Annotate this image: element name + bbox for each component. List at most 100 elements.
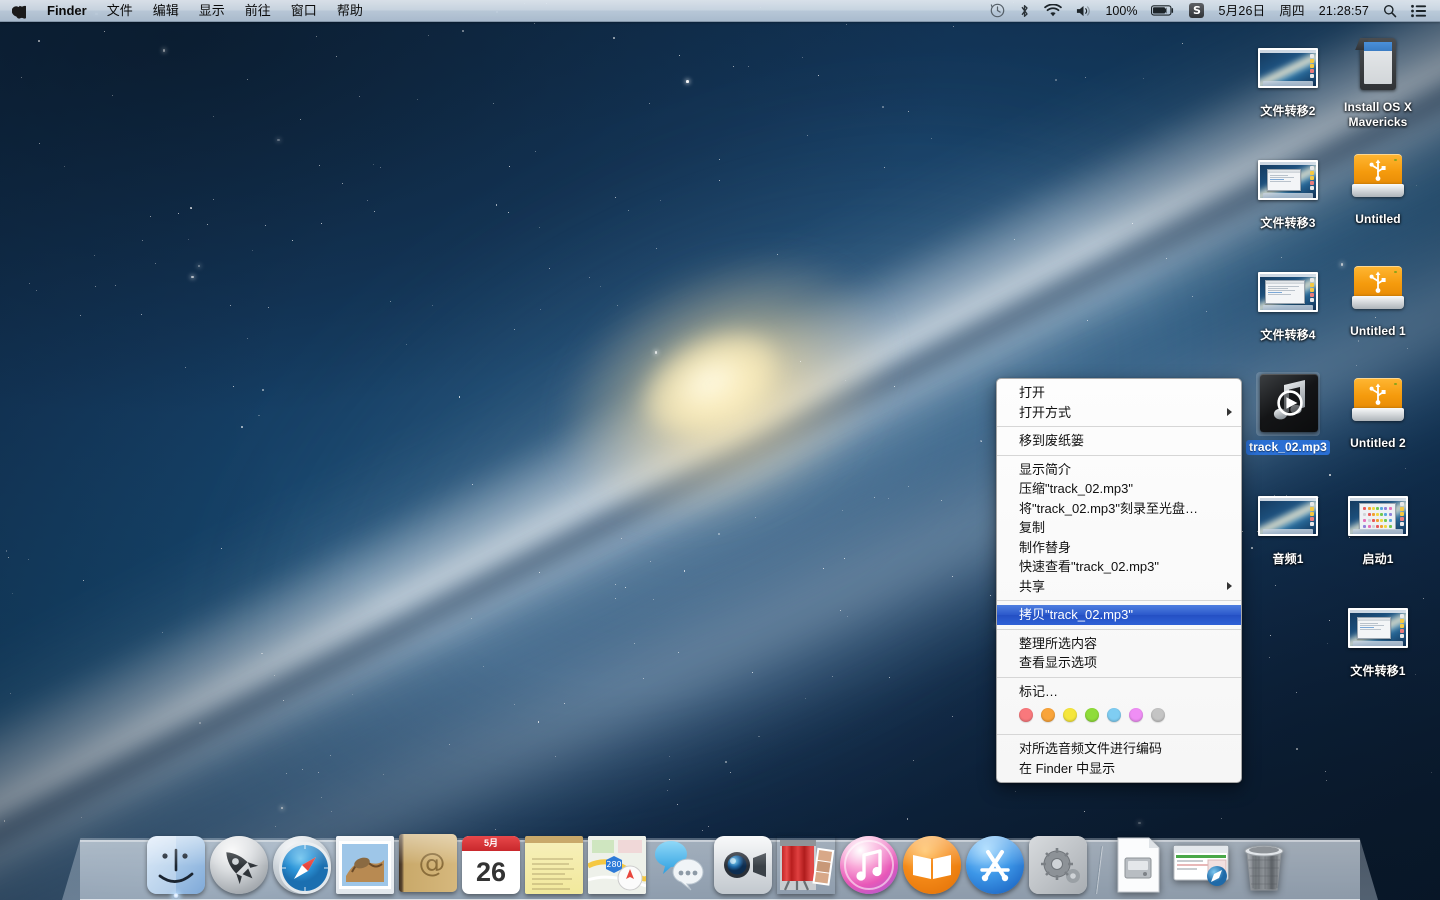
dock: @ 5月 26 280 bbox=[62, 816, 1378, 900]
context-menu-item[interactable]: 将"track_02.mp3"刻录至光盘… bbox=[997, 499, 1241, 519]
dock-item-notes[interactable] bbox=[524, 836, 584, 896]
menu-file[interactable]: 文件 bbox=[97, 0, 143, 21]
menu-bar-time[interactable]: 21:28:57 bbox=[1312, 0, 1376, 21]
usb-drive-glyph bbox=[1352, 266, 1404, 310]
context-menu-item-label: 打开方式 bbox=[1019, 404, 1072, 420]
wifi-icon[interactable] bbox=[1037, 0, 1069, 21]
menu-go[interactable]: 前往 bbox=[235, 0, 281, 21]
tag-color-dot[interactable] bbox=[1151, 708, 1165, 722]
dock-item-launchpad[interactable] bbox=[209, 836, 269, 896]
dock-item-systempreferences[interactable] bbox=[1028, 836, 1088, 896]
battery-icon[interactable] bbox=[1144, 0, 1182, 21]
desktop-icon-label: 启动1 bbox=[1362, 552, 1394, 566]
desktop-icon-label: 文件转移4 bbox=[1260, 328, 1316, 342]
context-menu-item-label: 移到废纸篓 bbox=[1019, 433, 1085, 448]
context-menu-item[interactable]: 压缩"track_02.mp3" bbox=[997, 479, 1241, 499]
menu-help[interactable]: 帮助 bbox=[327, 0, 373, 21]
tag-color-dot[interactable] bbox=[1041, 708, 1055, 722]
dock-item-appstore[interactable] bbox=[965, 836, 1025, 896]
context-menu-item-label: 将"track_02.mp3"刻录至光盘… bbox=[1019, 500, 1198, 516]
time-machine-icon[interactable] bbox=[983, 0, 1012, 21]
desktop-icon-label: Untitled 2 bbox=[1350, 436, 1406, 450]
dock-item-facetime[interactable] bbox=[713, 836, 773, 896]
desktop-icon[interactable]: Untitled 1 bbox=[1320, 256, 1436, 339]
dock-item-ibooks[interactable] bbox=[902, 836, 962, 896]
menu-bar-weekday[interactable]: 周四 bbox=[1272, 0, 1311, 21]
spotlight-search-icon[interactable] bbox=[1376, 0, 1404, 21]
context-menu-item[interactable]: 复制 bbox=[997, 518, 1241, 538]
desktop-icon[interactable]: 文件转移1 bbox=[1320, 596, 1436, 679]
usb-drive-glyph bbox=[1352, 154, 1404, 198]
battery-percent-label[interactable]: 100% bbox=[1098, 0, 1144, 21]
context-menu-item[interactable]: 拷贝"track_02.mp3" bbox=[997, 605, 1241, 625]
volume-icon[interactable] bbox=[1069, 0, 1098, 21]
context-menu-item-label: 查看显示选项 bbox=[1019, 655, 1098, 670]
menu-separator bbox=[997, 734, 1241, 735]
menu-bar-date[interactable]: 5月26日 bbox=[1211, 0, 1272, 21]
menu-view[interactable]: 显示 bbox=[189, 0, 235, 21]
notification-center-icon[interactable] bbox=[1404, 0, 1434, 21]
context-menu-item[interactable]: 打开 bbox=[997, 383, 1241, 403]
dock-item-diskimage[interactable] bbox=[1108, 836, 1168, 896]
dock-item-mail[interactable] bbox=[335, 836, 395, 896]
desktop-icon-label: 音频1 bbox=[1272, 552, 1304, 566]
desktop-icon[interactable]: Untitled 2 bbox=[1320, 368, 1436, 451]
desktop-icon[interactable]: Install OS X Mavericks bbox=[1320, 32, 1436, 130]
context-menu-item-label: 复制 bbox=[1019, 520, 1046, 535]
context-menu-item[interactable]: 共享 bbox=[997, 577, 1241, 597]
running-indicator bbox=[173, 893, 179, 899]
menu-edit[interactable]: 编辑 bbox=[143, 0, 189, 21]
context-menu-item-label: 压缩"track_02.mp3" bbox=[1019, 481, 1133, 496]
menu-window[interactable]: 窗口 bbox=[281, 0, 327, 21]
dock-item-finder[interactable] bbox=[146, 836, 206, 899]
desktop-icon-image bbox=[1346, 256, 1410, 320]
dock-item-trash[interactable] bbox=[1234, 836, 1294, 896]
dock-item-photobooth[interactable] bbox=[776, 836, 836, 896]
desktop-icon-label: 文件转移2 bbox=[1260, 104, 1316, 118]
context-menu-item[interactable]: 快速查看"track_02.mp3" bbox=[997, 557, 1241, 577]
context-menu-item-label: 共享 bbox=[1019, 578, 1046, 594]
dock-item-calendar[interactable]: 5月 26 bbox=[461, 836, 521, 896]
context-menu-item-label: 标记… bbox=[1019, 683, 1059, 699]
desktop-icon-image bbox=[1346, 596, 1410, 660]
desktop-icon-label: Untitled 1 bbox=[1350, 324, 1406, 338]
tag-color-dot[interactable] bbox=[1129, 708, 1143, 722]
desktop-icon-label: 文件转移3 bbox=[1260, 216, 1316, 230]
dock-item-contacts[interactable]: @ bbox=[398, 834, 458, 896]
tag-color-dot[interactable] bbox=[1085, 708, 1099, 722]
context-menu-item[interactable]: 对所选音频文件进行编码 bbox=[997, 739, 1241, 759]
tag-color-dot[interactable] bbox=[1107, 708, 1121, 722]
desktop-icon-image bbox=[1256, 148, 1320, 212]
bluetooth-icon[interactable] bbox=[1012, 0, 1037, 21]
dock-item-downloads[interactable] bbox=[1171, 836, 1231, 896]
dock-item-itunes[interactable] bbox=[839, 836, 899, 896]
dock-item-maps[interactable]: 280 bbox=[587, 836, 647, 896]
context-menu-item[interactable]: 在 Finder 中显示 bbox=[997, 759, 1241, 779]
context-menu-item[interactable]: 移到废纸篓 bbox=[997, 431, 1241, 451]
context-menu-item[interactable]: 查看显示选项 bbox=[997, 653, 1241, 673]
desktop-icon-image bbox=[1346, 144, 1410, 208]
desktop-icon[interactable]: Untitled bbox=[1320, 144, 1436, 227]
apple-menu[interactable] bbox=[0, 0, 37, 21]
tag-color-dot[interactable] bbox=[1063, 708, 1077, 722]
menu-bar: Finder 文件 编辑 显示 前往 窗口 帮助 100% S 5月26日 周四… bbox=[0, 0, 1440, 22]
calendar-day: 26 bbox=[475, 857, 507, 887]
context-menu-item-label: 在 Finder 中显示 bbox=[1019, 760, 1116, 776]
dock-item-safari[interactable] bbox=[272, 836, 332, 896]
context-menu-item[interactable]: 标记… bbox=[997, 682, 1241, 702]
context-menu-item[interactable]: 显示简介 bbox=[997, 460, 1241, 480]
usb-drive-glyph bbox=[1352, 378, 1404, 422]
sogou-ime-icon[interactable]: S bbox=[1182, 0, 1211, 21]
tag-color-dot[interactable] bbox=[1019, 708, 1033, 722]
context-menu-item[interactable]: 整理所选内容 bbox=[997, 634, 1241, 654]
context-menu-item[interactable]: 制作替身 bbox=[997, 538, 1241, 558]
submenu-arrow-icon bbox=[1227, 582, 1232, 591]
context-menu-item[interactable]: 打开方式 bbox=[997, 403, 1241, 423]
context-menu-item-label: 对所选音频文件进行编码 bbox=[1019, 741, 1163, 756]
desktop-icon-label: 文件转移1 bbox=[1350, 664, 1406, 678]
dock-item-messages[interactable] bbox=[650, 836, 710, 896]
desktop-icon-image bbox=[1256, 36, 1320, 100]
menu-finder[interactable]: Finder bbox=[37, 0, 97, 21]
context-menu[interactable]: 打开 打开方式移到废纸篓显示简介 压缩"track_02.mp3" 将"track_0… bbox=[996, 378, 1242, 783]
desktop-icon[interactable]: 启动1 bbox=[1320, 484, 1436, 567]
